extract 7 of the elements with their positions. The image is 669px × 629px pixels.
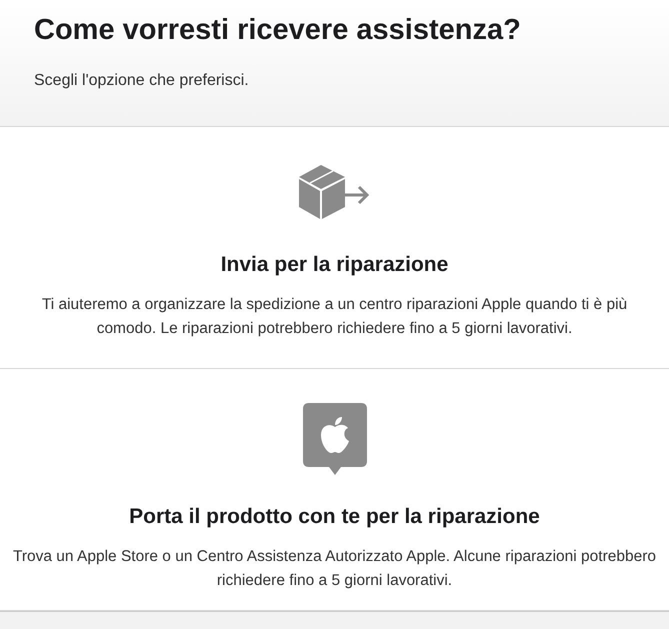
option-title[interactable]: Invia per la riparazione — [220, 253, 448, 277]
page-title: Come vorresti ricevere assistenza? — [34, 13, 522, 48]
option-title[interactable]: Porta il prodotto con te per la riparazione — [129, 505, 540, 529]
page-subtitle: Scegli l'opzione che preferisci. — [34, 72, 250, 90]
option-description: Ti aiuteremo a organizzare la spedizione a un centro riparazioni Apple quando ti è più comodo. Le riparazioni potrebbero richiedere fino a 5 giorni lavorativi. — [40, 295, 628, 339]
apple-pin-icon — [302, 403, 366, 475]
option-description: Trova un Apple Store o un Centro Assistenza Autorizzato Apple. Alcune riparazioni potrebbero richiedere fino a 5 giorni lavorativi. — [12, 547, 658, 591]
